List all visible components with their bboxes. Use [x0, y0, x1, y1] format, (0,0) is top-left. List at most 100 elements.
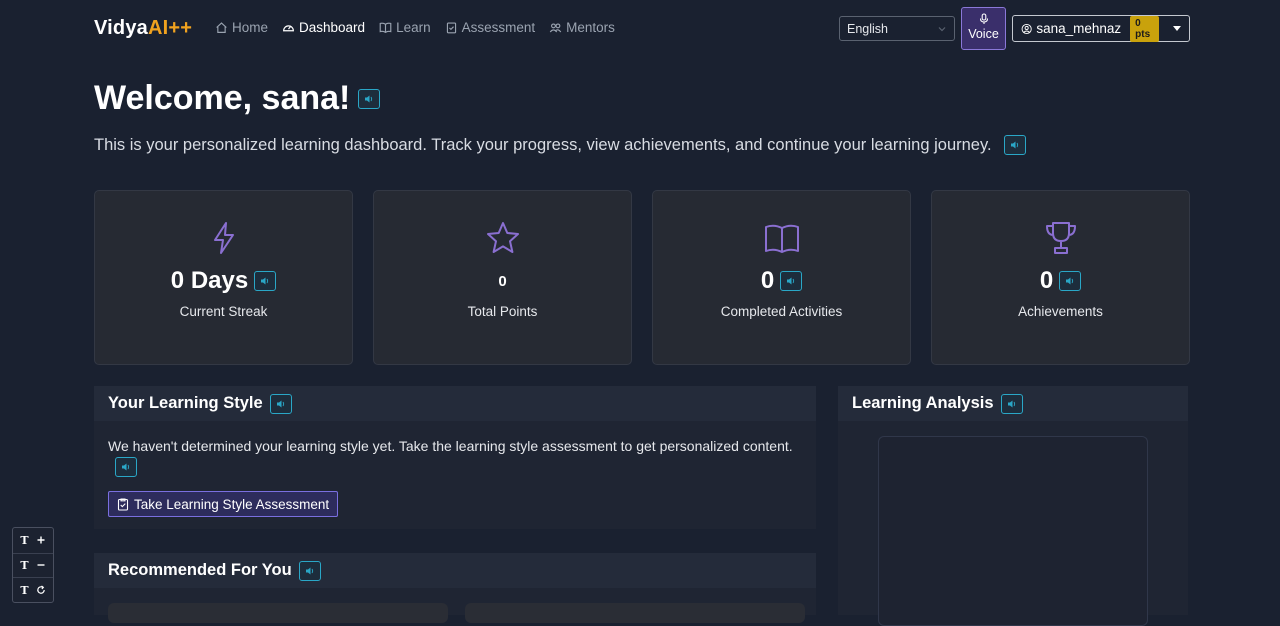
points-value: 0 [498, 272, 507, 290]
trophy-icon [1045, 222, 1076, 254]
main-nav: Home Dashboard Learn Assessment Mentors [215, 20, 615, 35]
speaker-button[interactable] [1059, 271, 1082, 291]
speaker-button[interactable] [254, 271, 277, 291]
learning-style-panel: Your Learning Style We haven't determine… [94, 386, 816, 529]
page-title: Welcome, sana! [94, 79, 381, 118]
stat-card-streak: 0 Days Current Streak [94, 190, 353, 365]
home-icon [216, 22, 227, 33]
points-badge: 0 pts [1130, 15, 1159, 42]
nav-learn-label: Learn [396, 20, 431, 35]
book-icon [764, 224, 799, 253]
stat-value-row: 0 [498, 264, 506, 298]
nav-mentors[interactable]: Mentors [549, 20, 615, 35]
speaker-icon [305, 567, 313, 574]
brand-part-2: AI++ [148, 17, 193, 39]
speaker-button[interactable] [1000, 393, 1023, 414]
increase-font-button[interactable]: T [13, 528, 53, 553]
speaker-button[interactable] [269, 393, 292, 414]
speaker-icon [122, 463, 130, 471]
achievements-label: Achievements [1018, 304, 1103, 319]
voice-label: Voice [968, 27, 999, 41]
recommended-title: Recommended For You [108, 561, 292, 579]
speaker-icon [365, 95, 373, 102]
brand-logo[interactable]: VidyaAI++ [94, 17, 192, 40]
star-icon [486, 222, 519, 253]
stat-value-row: 0 [760, 264, 803, 298]
speaker-button[interactable] [780, 271, 803, 291]
reset-font-button[interactable]: T [13, 577, 53, 602]
page-subtitle: This is your personalized learning dashb… [94, 135, 1026, 155]
panel-header: Recommended For You [94, 553, 816, 588]
user-menu-button[interactable]: sana_mehnaz 0 pts [1012, 15, 1190, 42]
analysis-chart-area [878, 436, 1148, 626]
activities-value: 0 [760, 267, 775, 294]
clipboard-check-icon [117, 497, 129, 511]
take-assessment-button[interactable]: Take Learning Style Assessment [108, 491, 339, 517]
nav-assessment[interactable]: Assessment [445, 20, 536, 35]
activities-label: Completed Activities [720, 304, 843, 319]
reset-icon [36, 585, 45, 594]
font-size-tool: T T T [12, 527, 54, 603]
chevron-down-icon [938, 26, 946, 31]
panel-header: Your Learning Style [94, 386, 816, 421]
people-icon [549, 23, 562, 33]
points-label: Total Points [467, 304, 538, 319]
increase-font-label: T [20, 533, 29, 547]
subtitle-text: This is your personalized learning dashb… [94, 135, 992, 154]
streak-value: 0 Days [170, 267, 249, 294]
nav-dashboard-label: Dashboard [299, 20, 366, 35]
username: sana_mehnaz [1036, 21, 1122, 36]
stat-card-activities: 0 Completed Activities [652, 190, 911, 365]
learning-style-text: We haven't determined your learning styl… [108, 438, 793, 454]
recommended-panel: Recommended For You [94, 553, 816, 623]
stat-card-points: 0 Total Points [373, 190, 632, 365]
language-select[interactable]: English [839, 16, 955, 41]
speaker-icon [1010, 141, 1018, 149]
language-selected: English [847, 21, 888, 36]
streak-label: Current Streak [179, 304, 268, 319]
speaker-button[interactable] [115, 457, 137, 477]
speaker-icon [1066, 277, 1074, 285]
nav-mentors-label: Mentors [566, 20, 615, 35]
nav-learn[interactable]: Learn [379, 20, 431, 35]
navbar: VidyaAI++ Home Dashboard Learn Assessmen… [0, 0, 1280, 58]
decrease-font-button[interactable]: T [13, 552, 53, 578]
stat-value-row: 0 Days [170, 264, 277, 298]
panel-header: Learning Analysis [838, 386, 1188, 421]
recommended-card[interactable] [108, 603, 448, 623]
lightning-icon [213, 222, 234, 254]
speaker-icon [1007, 400, 1015, 407]
reset-font-label: T [20, 583, 29, 597]
nav-home[interactable]: Home [215, 20, 268, 35]
speedometer-icon [283, 25, 294, 32]
clipboard-check-icon [446, 22, 456, 34]
book-icon [379, 22, 392, 34]
speaker-button[interactable] [298, 560, 321, 581]
microphone-icon [979, 13, 988, 24]
recommended-card[interactable] [465, 603, 805, 623]
achievements-value: 0 [1039, 267, 1054, 294]
minus-icon [37, 564, 45, 567]
nav-dashboard[interactable]: Dashboard [282, 20, 365, 35]
caret-down-icon [1173, 26, 1181, 31]
user-circle-icon [1021, 23, 1032, 34]
stat-card-achievements: 0 Achievements [931, 190, 1190, 365]
nav-assessment-label: Assessment [461, 20, 536, 35]
plus-icon [37, 536, 45, 544]
take-assessment-label: Take Learning Style Assessment [134, 496, 330, 512]
speaker-icon [261, 277, 269, 285]
stats-row: 0 Days Current Streak 0 Total Points 0 C… [94, 190, 1190, 365]
stat-value-row: 0 [1039, 264, 1082, 298]
voice-button[interactable]: Voice [961, 7, 1006, 50]
speaker-button[interactable] [1003, 135, 1026, 155]
learning-style-title: Your Learning Style [108, 394, 263, 412]
welcome-text: Welcome, sana! [94, 79, 351, 117]
speaker-button[interactable] [358, 88, 381, 109]
learning-analysis-panel: Learning Analysis [838, 386, 1188, 626]
learning-analysis-title: Learning Analysis [852, 394, 994, 412]
brand-part-1: Vidya [94, 17, 148, 39]
speaker-icon [787, 277, 795, 285]
decrease-font-label: T [20, 558, 29, 572]
nav-home-label: Home [232, 20, 269, 35]
speaker-icon [276, 400, 284, 407]
